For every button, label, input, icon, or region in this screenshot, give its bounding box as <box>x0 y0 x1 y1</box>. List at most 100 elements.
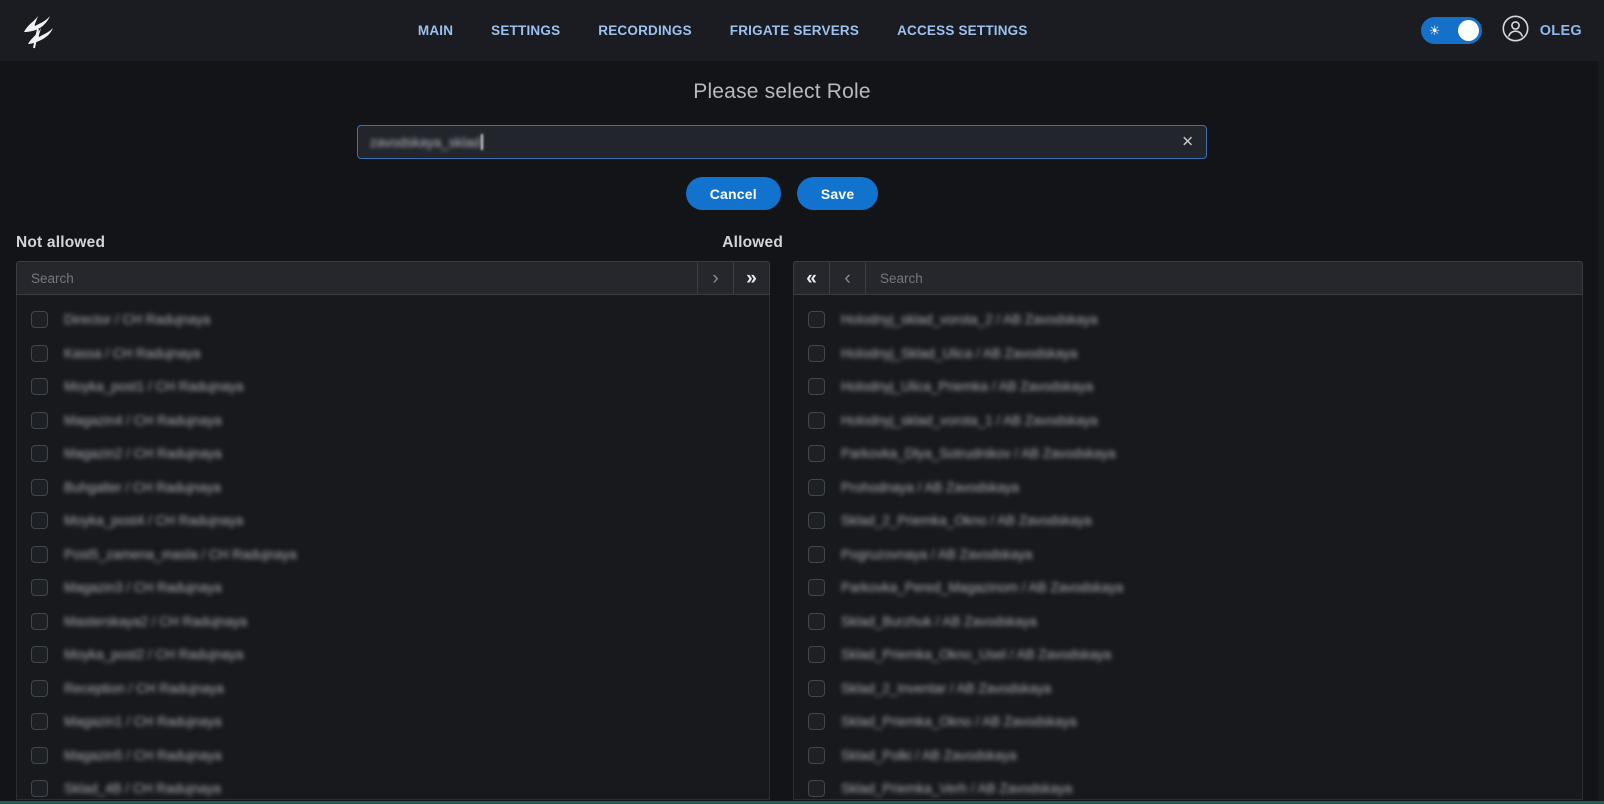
item-checkbox[interactable] <box>31 479 48 496</box>
camera-list-item[interactable]: Sklad_4B / CH Radujnaya <box>17 772 769 800</box>
camera-list-item[interactable]: Sklad_Priemka_Okno_Usel / AB Zavodskaya <box>794 638 1582 672</box>
item-checkbox[interactable] <box>808 747 825 764</box>
clear-input-icon[interactable]: ✕ <box>1181 135 1194 150</box>
main-nav: MAIN SETTINGS RECORDINGS FRIGATE SERVERS… <box>418 0 1028 61</box>
camera-list-item[interactable]: Moyka_post1 / CH Radujnaya <box>17 370 769 404</box>
camera-list-item[interactable]: Sklad_2_Priemka_Okno / AB Zavodskaya <box>794 504 1582 538</box>
nav-recordings[interactable]: RECORDINGS <box>598 23 692 38</box>
role-input-value: zavodskaya_sklad <box>370 135 480 150</box>
item-checkbox[interactable] <box>31 378 48 395</box>
username-label[interactable]: OLEG <box>1540 23 1582 39</box>
nav-frigate-servers[interactable]: FRIGATE SERVERS <box>730 23 859 38</box>
user-avatar-icon[interactable] <box>1502 15 1529 47</box>
item-checkbox[interactable] <box>808 680 825 697</box>
item-checkbox[interactable] <box>31 512 48 529</box>
camera-list-item[interactable]: Post5_zamena_masla / CH Radujnaya <box>17 538 769 572</box>
frigate-logo-icon[interactable] <box>14 9 60 53</box>
allowed-panel: « ‹ Holodnyj_sklad_vorota_2 / AB Zavodsk… <box>793 261 1583 800</box>
allowed-search-input[interactable] <box>866 262 1582 294</box>
nav-settings[interactable]: SETTINGS <box>491 23 560 38</box>
camera-list-item[interactable]: Holodnyj_sklad_vorota_2 / AB Zavodskaya <box>794 303 1582 337</box>
camera-list-item[interactable]: Reception / CH Radujnaya <box>17 672 769 706</box>
item-checkbox[interactable] <box>31 713 48 730</box>
camera-list-item[interactable]: Buhgalter / CH Radujnaya <box>17 471 769 505</box>
item-checkbox[interactable] <box>808 546 825 563</box>
item-label: Sklad_Priemka_Verh / AB Zavodskaya <box>841 781 1072 796</box>
item-checkbox[interactable] <box>808 445 825 462</box>
item-checkbox[interactable] <box>808 646 825 663</box>
camera-list-item[interactable]: Director / CH Radujnaya <box>17 303 769 337</box>
move-all-right-button[interactable]: » <box>733 262 769 294</box>
item-checkbox[interactable] <box>31 613 48 630</box>
scrollbar-track[interactable] <box>1598 61 1604 804</box>
item-label: Prohodnaya / AB Zavodskaya <box>841 480 1019 495</box>
item-checkbox[interactable] <box>31 445 48 462</box>
not-allowed-list: Director / CH Radujnaya Kassa / CH Raduj… <box>16 295 770 800</box>
camera-list-item[interactable]: Sklad_Burzhuk / AB Zavodskaya <box>794 605 1582 639</box>
item-checkbox[interactable] <box>31 345 48 362</box>
item-label: Moyka_post2 / CH Radujnaya <box>64 647 243 662</box>
camera-list-item[interactable]: Prohodnaya / AB Zavodskaya <box>794 471 1582 505</box>
camera-list-item[interactable]: Holodnyj_sklad_vorota_1 / AB Zavodskaya <box>794 404 1582 438</box>
move-selected-left-button[interactable]: ‹ <box>830 262 866 294</box>
camera-list-item[interactable]: Magazin1 / CH Radujnaya <box>17 705 769 739</box>
camera-list-item[interactable]: Magazin2 / CH Radujnaya <box>17 437 769 471</box>
item-checkbox[interactable] <box>808 479 825 496</box>
item-checkbox[interactable] <box>808 378 825 395</box>
camera-list-item[interactable]: Parkovka_Dlya_Sotrudnikov / AB Zavodskay… <box>794 437 1582 471</box>
nav-main[interactable]: MAIN <box>418 23 453 38</box>
item-label: Kassa / CH Radujnaya <box>64 346 201 361</box>
item-label: Magazin4 / CH Radujnaya <box>64 413 222 428</box>
item-label: Holodnyj_Sklad_Ulica / AB Zavodskaya <box>841 346 1077 361</box>
item-checkbox[interactable] <box>31 780 48 797</box>
camera-list-item[interactable]: Magazin4 / CH Radujnaya <box>17 404 769 438</box>
role-input[interactable]: zavodskaya_sklad ✕ <box>357 125 1207 159</box>
item-label: Sklad_4B / CH Radujnaya <box>64 781 221 796</box>
item-checkbox[interactable] <box>808 579 825 596</box>
item-checkbox[interactable] <box>31 412 48 429</box>
camera-list-item[interactable]: Sklad_2_Inventar / AB Zavodskaya <box>794 672 1582 706</box>
item-checkbox[interactable] <box>31 646 48 663</box>
item-checkbox[interactable] <box>808 780 825 797</box>
camera-list-item[interactable]: Moyka_post2 / CH Radujnaya <box>17 638 769 672</box>
move-selected-right-button[interactable]: › <box>697 262 733 294</box>
camera-list-item[interactable]: Moyka_post4 / CH Radujnaya <box>17 504 769 538</box>
camera-list-item[interactable]: Magazin5 / CH Radujnaya <box>17 739 769 773</box>
item-checkbox[interactable] <box>808 613 825 630</box>
item-label: Masterskaya2 / CH Radujnaya <box>64 614 247 629</box>
camera-list-item[interactable]: Sklad_Priemka_Okno / AB Zavodskaya <box>794 705 1582 739</box>
item-checkbox[interactable] <box>31 579 48 596</box>
item-checkbox[interactable] <box>31 546 48 563</box>
move-all-left-button[interactable]: « <box>794 262 830 294</box>
camera-list-item[interactable]: Parkovka_Pered_Magazinom / AB Zavodskaya <box>794 571 1582 605</box>
item-label: Sklad_Polki / AB Zavodskaya <box>841 748 1017 763</box>
theme-toggle[interactable]: ☀ <box>1421 17 1482 44</box>
item-checkbox[interactable] <box>808 311 825 328</box>
toggle-knob[interactable] <box>1458 20 1479 41</box>
sun-icon: ☀ <box>1429 24 1441 37</box>
save-button[interactable]: Save <box>797 177 879 210</box>
item-checkbox[interactable] <box>808 345 825 362</box>
item-label: Sklad_Priemka_Okno_Usel / AB Zavodskaya <box>841 647 1111 662</box>
camera-list-item[interactable]: Sklad_Polki / AB Zavodskaya <box>794 739 1582 773</box>
camera-list-item[interactable]: Pogruzovnaya / AB Zavodskaya <box>794 538 1582 572</box>
allowed-list: Holodnyj_sklad_vorota_2 / AB Zavodskaya … <box>793 295 1583 800</box>
camera-list-item[interactable]: Magazin3 / CH Radujnaya <box>17 571 769 605</box>
camera-list-item[interactable]: Holodnyj_Sklad_Ulica / AB Zavodskaya <box>794 337 1582 371</box>
item-checkbox[interactable] <box>808 412 825 429</box>
camera-list-item[interactable]: Holodnyj_Ulica_Priemka / AB Zavodskaya <box>794 370 1582 404</box>
cancel-button[interactable]: Cancel <box>686 177 781 210</box>
camera-list-item[interactable]: Sklad_Priemka_Verh / AB Zavodskaya <box>794 772 1582 800</box>
item-checkbox[interactable] <box>808 512 825 529</box>
item-checkbox[interactable] <box>31 680 48 697</box>
allowed-title: Allowed <box>722 234 783 252</box>
not-allowed-panel: › » Director / CH Radujnaya Kassa / CH R… <box>16 261 770 800</box>
user-menu[interactable]: OLEG <box>1502 15 1582 47</box>
item-checkbox[interactable] <box>808 713 825 730</box>
nav-access-settings[interactable]: ACCESS SETTINGS <box>897 23 1028 38</box>
item-checkbox[interactable] <box>31 747 48 764</box>
camera-list-item[interactable]: Masterskaya2 / CH Radujnaya <box>17 605 769 639</box>
item-checkbox[interactable] <box>31 311 48 328</box>
not-allowed-search-input[interactable] <box>17 262 697 294</box>
camera-list-item[interactable]: Kassa / CH Radujnaya <box>17 337 769 371</box>
